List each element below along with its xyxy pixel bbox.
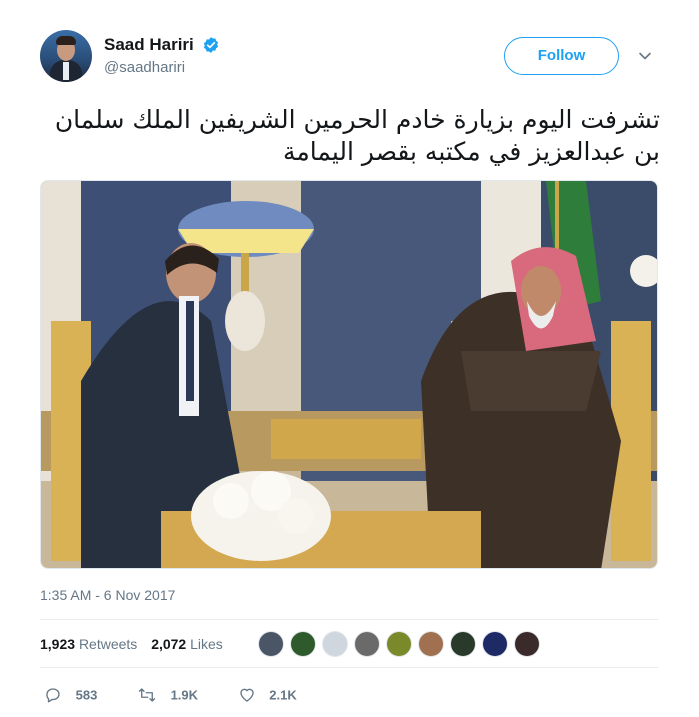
divider <box>40 667 658 668</box>
liker-avatar[interactable] <box>450 631 476 657</box>
liker-avatar[interactable] <box>290 631 316 657</box>
likes-label: Likes <box>190 636 223 652</box>
engagement-stats: 1,923 Retweets 2,072 Likes <box>40 636 233 652</box>
reply-count: 583 <box>75 687 98 703</box>
liker-avatar[interactable] <box>322 631 348 657</box>
photo-illustration <box>41 181 657 568</box>
likes-count: 2,072 <box>151 636 187 652</box>
user-handle[interactable]: @saadhariri <box>104 59 220 76</box>
tweet-actions: 583 1.9K 2.1K <box>44 686 333 704</box>
retweets-label: Retweets <box>78 636 138 652</box>
retweets-stat[interactable]: 1,923 Retweets <box>40 636 137 652</box>
divider <box>40 619 658 620</box>
retweet-count: 1.9K <box>170 687 199 703</box>
reply-button[interactable]: 583 <box>44 686 97 704</box>
liker-avatar[interactable] <box>418 631 444 657</box>
like-count: 2.1K <box>269 687 297 703</box>
liker-avatar[interactable] <box>482 631 508 657</box>
tweet-timestamp[interactable]: 1:35 AM - 6 Nov 2017 <box>40 587 175 603</box>
avatar-collar <box>63 62 69 80</box>
likers-avatars <box>258 631 546 661</box>
reply-icon <box>46 688 60 703</box>
like-button[interactable]: 2.1K <box>238 686 297 704</box>
avatar[interactable] <box>40 30 92 82</box>
retweets-count: 1,923 <box>40 636 76 652</box>
tweet-header: Saad Hariri @saadhariri Follow <box>40 30 660 86</box>
tweet-text: تشرفت اليوم بزيارة خادم الحرمين الشريفين… <box>54 105 660 166</box>
likes-stat[interactable]: 2,072 Likes <box>151 636 223 652</box>
liker-avatar[interactable] <box>514 631 540 657</box>
avatar-hair <box>56 36 76 45</box>
chevron-down-icon[interactable] <box>637 48 653 64</box>
user-name-block[interactable]: Saad Hariri @saadhariri <box>104 35 220 76</box>
liker-avatar[interactable] <box>258 631 284 657</box>
follow-button[interactable]: Follow <box>504 37 619 75</box>
verified-badge-icon <box>204 37 219 53</box>
heart-icon <box>239 688 254 702</box>
retweet-icon <box>138 688 156 702</box>
tweet-photo[interactable] <box>40 180 658 569</box>
liker-avatar[interactable] <box>354 631 380 657</box>
display-name[interactable]: Saad Hariri <box>104 35 194 55</box>
liker-avatar[interactable] <box>386 631 412 657</box>
retweet-button[interactable]: 1.9K <box>137 686 198 704</box>
